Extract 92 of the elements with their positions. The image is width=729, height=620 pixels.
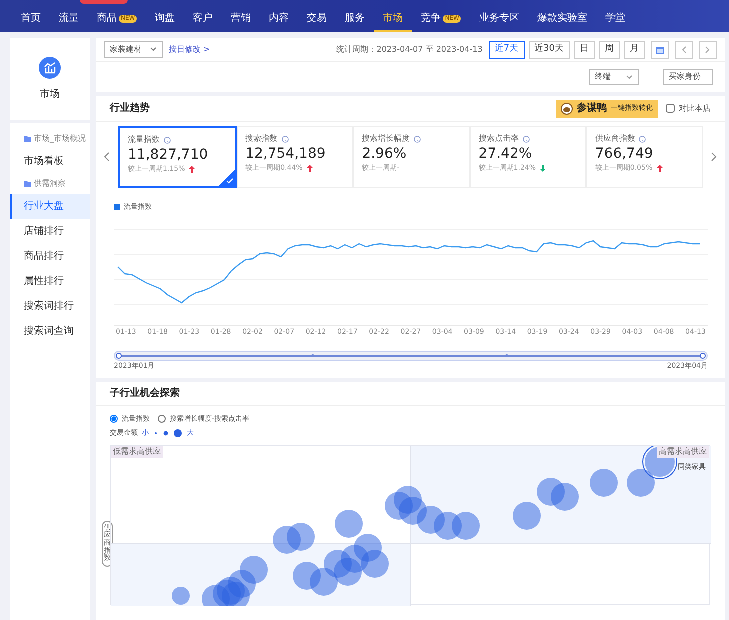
- calendar-button[interactable]: [651, 40, 669, 58]
- metric-label: 搜索增长幅度: [362, 133, 410, 145]
- metric-label: 供应商指数: [595, 133, 636, 145]
- next-button[interactable]: [699, 40, 717, 58]
- radio-button[interactable]: [110, 414, 118, 423]
- edit-date-link[interactable]: 按日修改 >: [169, 44, 210, 56]
- nav-tab[interactable]: 营销: [222, 7, 260, 32]
- sidebar-item[interactable]: 店铺排行: [10, 219, 90, 244]
- nav-tab[interactable]: 首页: [12, 7, 50, 32]
- bubble[interactable]: [537, 478, 565, 506]
- bubble[interactable]: [222, 582, 250, 606]
- bubble-size-legend-icon: [153, 428, 183, 438]
- legend-swatch-icon: [114, 204, 120, 210]
- help-icon[interactable]: [414, 136, 422, 142]
- sidebar-title: 市场: [40, 88, 60, 102]
- previous-button[interactable]: [675, 40, 693, 58]
- quadrant-label: 低需求高供应: [111, 446, 163, 458]
- folder-icon: [24, 181, 31, 187]
- nav-tab[interactable]: 交易: [298, 7, 336, 32]
- sidebar-item[interactable]: 搜索词排行: [10, 294, 90, 319]
- bubble[interactable]: [287, 522, 315, 550]
- range-button[interactable]: 月: [624, 40, 645, 58]
- section-title: 子行业机会探索: [110, 386, 180, 400]
- nav-tab[interactable]: 爆款实验室: [528, 7, 596, 32]
- metric-value: 27.42%: [478, 145, 534, 163]
- date-range-slider[interactable]: [114, 351, 708, 361]
- filter-dropdown[interactable]: 买家身份: [663, 69, 713, 85]
- bubble[interactable]: [354, 534, 382, 562]
- bubble[interactable]: [240, 556, 268, 584]
- check-corner-icon: [218, 170, 235, 186]
- section-title: 行业趋势: [110, 102, 150, 116]
- metric-value: 12,754,189: [246, 145, 327, 163]
- sidebar-item[interactable]: 搜索词查询: [10, 319, 90, 344]
- quadrant-label: 高需求高供应: [657, 446, 709, 458]
- nav-tab[interactable]: 学堂: [596, 7, 634, 32]
- nav-tab[interactable]: 业务专区: [470, 7, 528, 32]
- metric-label: 流量指数: [128, 134, 160, 146]
- calendar-icon: [655, 44, 665, 54]
- folder-icon: [24, 136, 31, 142]
- bubble[interactable]: [399, 496, 427, 524]
- bubble[interactable]: [417, 506, 445, 534]
- chevron-down-icon: [626, 74, 633, 80]
- range-button[interactable]: 周: [599, 40, 620, 58]
- compare-label: 对比本店: [679, 102, 711, 114]
- bubble[interactable]: [228, 570, 256, 598]
- radio-button[interactable]: [158, 414, 166, 423]
- period-text: 统计周期：2023-04-07 至 2023-04-13: [336, 44, 483, 56]
- bubble[interactable]: [334, 558, 362, 586]
- nav-tab[interactable]: 流量: [50, 7, 88, 32]
- sidebar-item[interactable]: 属性排行: [10, 269, 90, 294]
- sidebar-item[interactable]: 行业大盘: [10, 194, 90, 219]
- nav-tab[interactable]: 询盘: [146, 7, 184, 32]
- bubble[interactable]: [452, 512, 480, 540]
- slider-handle[interactable]: [116, 353, 122, 359]
- range-button[interactable]: 近30天: [528, 40, 570, 58]
- bubble[interactable]: [293, 562, 321, 590]
- bubble[interactable]: [335, 510, 363, 538]
- chevron-down-icon: [150, 47, 157, 52]
- metric-value: 11,827,710: [128, 146, 210, 164]
- sidebar-group-label: 市场_市场概况: [34, 133, 86, 145]
- range-button[interactable]: 日: [574, 40, 595, 58]
- bubble[interactable]: [385, 492, 413, 520]
- chevron-left-icon: [681, 46, 687, 54]
- bubble[interactable]: [627, 468, 655, 496]
- bubble[interactable]: [310, 568, 338, 596]
- sidebar-item[interactable]: 市场看板: [10, 149, 90, 174]
- help-icon[interactable]: [282, 136, 289, 142]
- nav-tab[interactable]: 市场: [374, 7, 412, 32]
- bubble[interactable]: [551, 482, 579, 510]
- sidebar-item[interactable]: 商品排行: [10, 244, 90, 269]
- chevron-right-icon: [705, 46, 711, 54]
- help-icon[interactable]: [639, 136, 646, 142]
- filter-dropdown[interactable]: 终端: [589, 69, 639, 85]
- slider-handle[interactable]: [700, 353, 706, 359]
- bubble[interactable]: [513, 502, 541, 530]
- bubble[interactable]: [590, 468, 618, 496]
- market-chart-icon: [39, 56, 61, 78]
- nav-tab[interactable]: 客户: [184, 7, 222, 32]
- help-icon[interactable]: [522, 136, 530, 142]
- bubble[interactable]: [172, 586, 190, 604]
- metric-value: 766,749: [595, 145, 654, 163]
- compare-checkbox[interactable]: [666, 104, 675, 113]
- nav-tab[interactable]: 内容: [260, 7, 298, 32]
- metric-label: 搜索指数: [246, 133, 278, 145]
- nav-tab[interactable]: 服务: [336, 7, 374, 32]
- metric-label: 搜索点击率: [478, 133, 519, 145]
- category-dropdown[interactable]: 家装建材: [104, 41, 163, 58]
- help-icon[interactable]: [164, 136, 171, 144]
- sidebar-group-label: 供需洞察: [34, 178, 66, 190]
- metric-value: 2.96%: [362, 145, 408, 163]
- range-button[interactable]: 近7天: [488, 40, 525, 58]
- bubble[interactable]: [361, 550, 389, 578]
